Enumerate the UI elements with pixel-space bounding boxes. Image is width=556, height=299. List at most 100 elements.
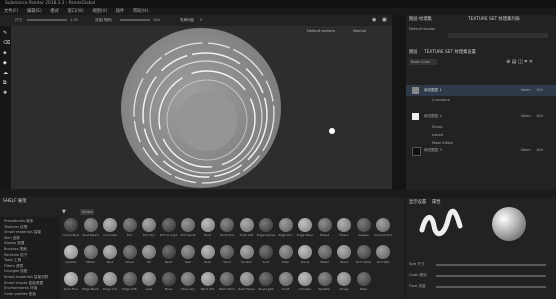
menu-view[interactable]: 视图(V) — [92, 9, 107, 14]
smart-material-item[interactable]: Moss Dry — [179, 271, 197, 295]
shelf-category[interactable]: Color profiles 配色 — [4, 292, 36, 297]
shelf-category[interactable]: Smart masks 智能遮罩 — [4, 281, 43, 286]
smart-material-item[interactable]: Rust Fine — [62, 271, 80, 295]
shelf-category[interactable]: Skin 皮肤 — [4, 236, 20, 241]
smart-material-item[interactable]: Edge Dirt — [277, 217, 295, 241]
menu-mode[interactable]: 模式 — [50, 9, 59, 14]
smart-material-item[interactable]: Peel — [179, 244, 197, 268]
smart-material-item[interactable]: Soot — [257, 244, 275, 268]
smart-material-item[interactable]: Dust Fine — [218, 217, 236, 241]
smart-material-item[interactable]: Scuff — [277, 271, 295, 295]
flow-slider[interactable] — [120, 19, 150, 21]
smudge-icon[interactable]: ☁ — [3, 70, 8, 76]
smart-material-item[interactable]: Rust Light — [257, 271, 275, 295]
smart-material-item[interactable]: Edge Blunt — [82, 271, 100, 295]
smart-material-item[interactable]: Ground Dirt — [374, 217, 392, 241]
layer-row[interactable]: 填充图层 3 Norm 100 — [406, 145, 556, 156]
projection-icon[interactable]: ◈ — [3, 50, 7, 56]
camera-icon[interactable]: ◉ — [372, 17, 376, 23]
layer-row[interactable]: 填充图层 2 Norm 100 — [406, 111, 556, 122]
smart-material-item[interactable]: Stain — [277, 244, 295, 268]
menu-window[interactable]: 窗口(W) — [67, 9, 83, 14]
smart-material-item[interactable]: Paint — [160, 244, 178, 268]
menu-help[interactable]: 帮助(H) — [133, 9, 148, 14]
smart-material-item[interactable]: Grease — [355, 217, 373, 241]
sphere-mesh[interactable] — [119, 25, 284, 190]
param1-slider[interactable] — [436, 264, 546, 266]
shelf-category[interactable]: Smart materials 智能材质 — [4, 275, 48, 280]
smart-material-item[interactable]: Noise — [121, 244, 139, 268]
tab-properties[interactable]: 属性 — [432, 199, 441, 205]
light-icon[interactable] — [329, 128, 335, 134]
size-value[interactable]: 1.92 — [70, 18, 78, 22]
shelf-category[interactable]: Smart materials 智能 — [4, 230, 41, 235]
smart-material-item[interactable]: Paint Worn — [218, 271, 236, 295]
smart-material-item[interactable]: Wood — [335, 244, 353, 268]
paint-brush-icon[interactable]: ✎ — [3, 30, 7, 36]
smart-material-item[interactable]: Dirt Damp — [355, 244, 373, 268]
clone-icon[interactable]: ⧉ — [3, 80, 7, 86]
camera-mode[interactable]: Default camera — [307, 29, 335, 33]
smart-material-item[interactable]: Oil — [140, 244, 158, 268]
shader-name[interactable]: Default shader — [409, 27, 436, 31]
layer-actions[interactable]: ⊕ ▤ ◫ ⌗ ✕ — [506, 59, 554, 65]
render-icon[interactable]: ▣ — [382, 17, 387, 23]
smart-material-item[interactable]: Rust — [199, 244, 217, 268]
layer-row[interactable]: Levels — [406, 132, 556, 139]
3d-viewport[interactable]: Default camera Normal — [11, 26, 392, 189]
smart-material-item[interactable]: Leak — [140, 271, 158, 295]
smart-material-item[interactable]: Stone — [296, 244, 314, 268]
layer-row[interactable]: 填充图层 1 Norm 100 — [406, 85, 556, 96]
smart-material-item[interactable]: Dust — [199, 217, 217, 241]
channel-mode[interactable]: Normal — [353, 29, 366, 33]
tab-texture-set-list[interactable]: TEXTURE SET 纹理集列表 — [468, 16, 520, 22]
tab-layers[interactable]: 图层·纹理集 — [409, 16, 432, 22]
smart-material-item[interactable]: Wear — [355, 271, 373, 295]
picker-icon[interactable]: ✚ — [3, 90, 7, 96]
eraser-icon[interactable]: ⌫ — [3, 40, 10, 46]
param3-slider[interactable] — [436, 286, 546, 288]
menu-edit[interactable]: 编辑(E) — [27, 9, 42, 14]
smart-material-item[interactable]: Splatter — [316, 271, 334, 295]
tab-display-settings[interactable]: 显示设置 — [409, 199, 426, 205]
shelf-category[interactable]: Alphas 遮罩 — [4, 241, 24, 246]
smart-material-item[interactable]: Stripe — [335, 271, 353, 295]
smart-material-item[interactable]: Scratch — [238, 244, 256, 268]
filter-tag[interactable]: Smart — [80, 209, 94, 215]
smart-material-item[interactable]: Rust Heavy — [238, 271, 256, 295]
layer-row[interactable]: Sharp — [406, 124, 556, 131]
shelf-category[interactable]: Brushes 笔刷 — [4, 247, 27, 252]
smart-material-item[interactable]: Concrete — [101, 217, 119, 241]
channel-select[interactable]: Base Color — [409, 59, 437, 65]
shelf-category[interactable]: Particles 粒子 — [4, 253, 27, 258]
smart-material-item[interactable]: Mud — [101, 244, 119, 268]
smart-material-item[interactable]: Dirt Wet — [374, 244, 392, 268]
smart-material-item[interactable]: Dirt Dry — [140, 217, 158, 241]
shelf-category[interactable]: Environments 环境 — [4, 286, 37, 291]
smart-material-item[interactable]: Edge Wear — [296, 217, 314, 241]
smart-material-item[interactable]: Dirt Spots — [179, 217, 197, 241]
shelf-category[interactable]: Procedurals 程序 — [4, 219, 33, 224]
smart-material-item[interactable]: Sand — [218, 244, 236, 268]
flow-value[interactable]: 100 — [153, 18, 160, 22]
smart-material-item[interactable]: Fibers — [335, 217, 353, 241]
smart-material-item[interactable]: Edge Damage — [257, 217, 275, 241]
smart-material-item[interactable]: Dirt Grunge — [160, 217, 178, 241]
smart-material-item[interactable]: Water — [316, 244, 334, 268]
shelf-category[interactable]: Grunges 肮脏 — [4, 269, 28, 274]
menu-plugins[interactable]: 插件 — [116, 9, 125, 14]
smart-material-item[interactable]: Smudge — [296, 271, 314, 295]
smart-material-item[interactable]: Moss — [160, 271, 178, 295]
shelf-category[interactable]: Textures 纹理 — [4, 225, 27, 230]
smart-material-item[interactable]: Rust Bleed — [82, 217, 100, 241]
smart-material-item[interactable]: Dust Soft — [238, 217, 256, 241]
shader-bar[interactable] — [448, 33, 548, 38]
size-slider[interactable] — [27, 19, 67, 21]
smart-material-item[interactable]: Metal — [82, 244, 100, 268]
stroke-value[interactable]: 5 — [200, 18, 202, 22]
filter-icon[interactable]: ▼ — [62, 209, 66, 215]
shelf-category[interactable]: Tools 工具 — [4, 258, 21, 263]
smart-material-item[interactable]: Edge Cut — [101, 271, 119, 295]
shelf-category[interactable]: Filters 滤镜 — [4, 264, 23, 269]
smart-material-item[interactable]: Edge Soft — [121, 271, 139, 295]
